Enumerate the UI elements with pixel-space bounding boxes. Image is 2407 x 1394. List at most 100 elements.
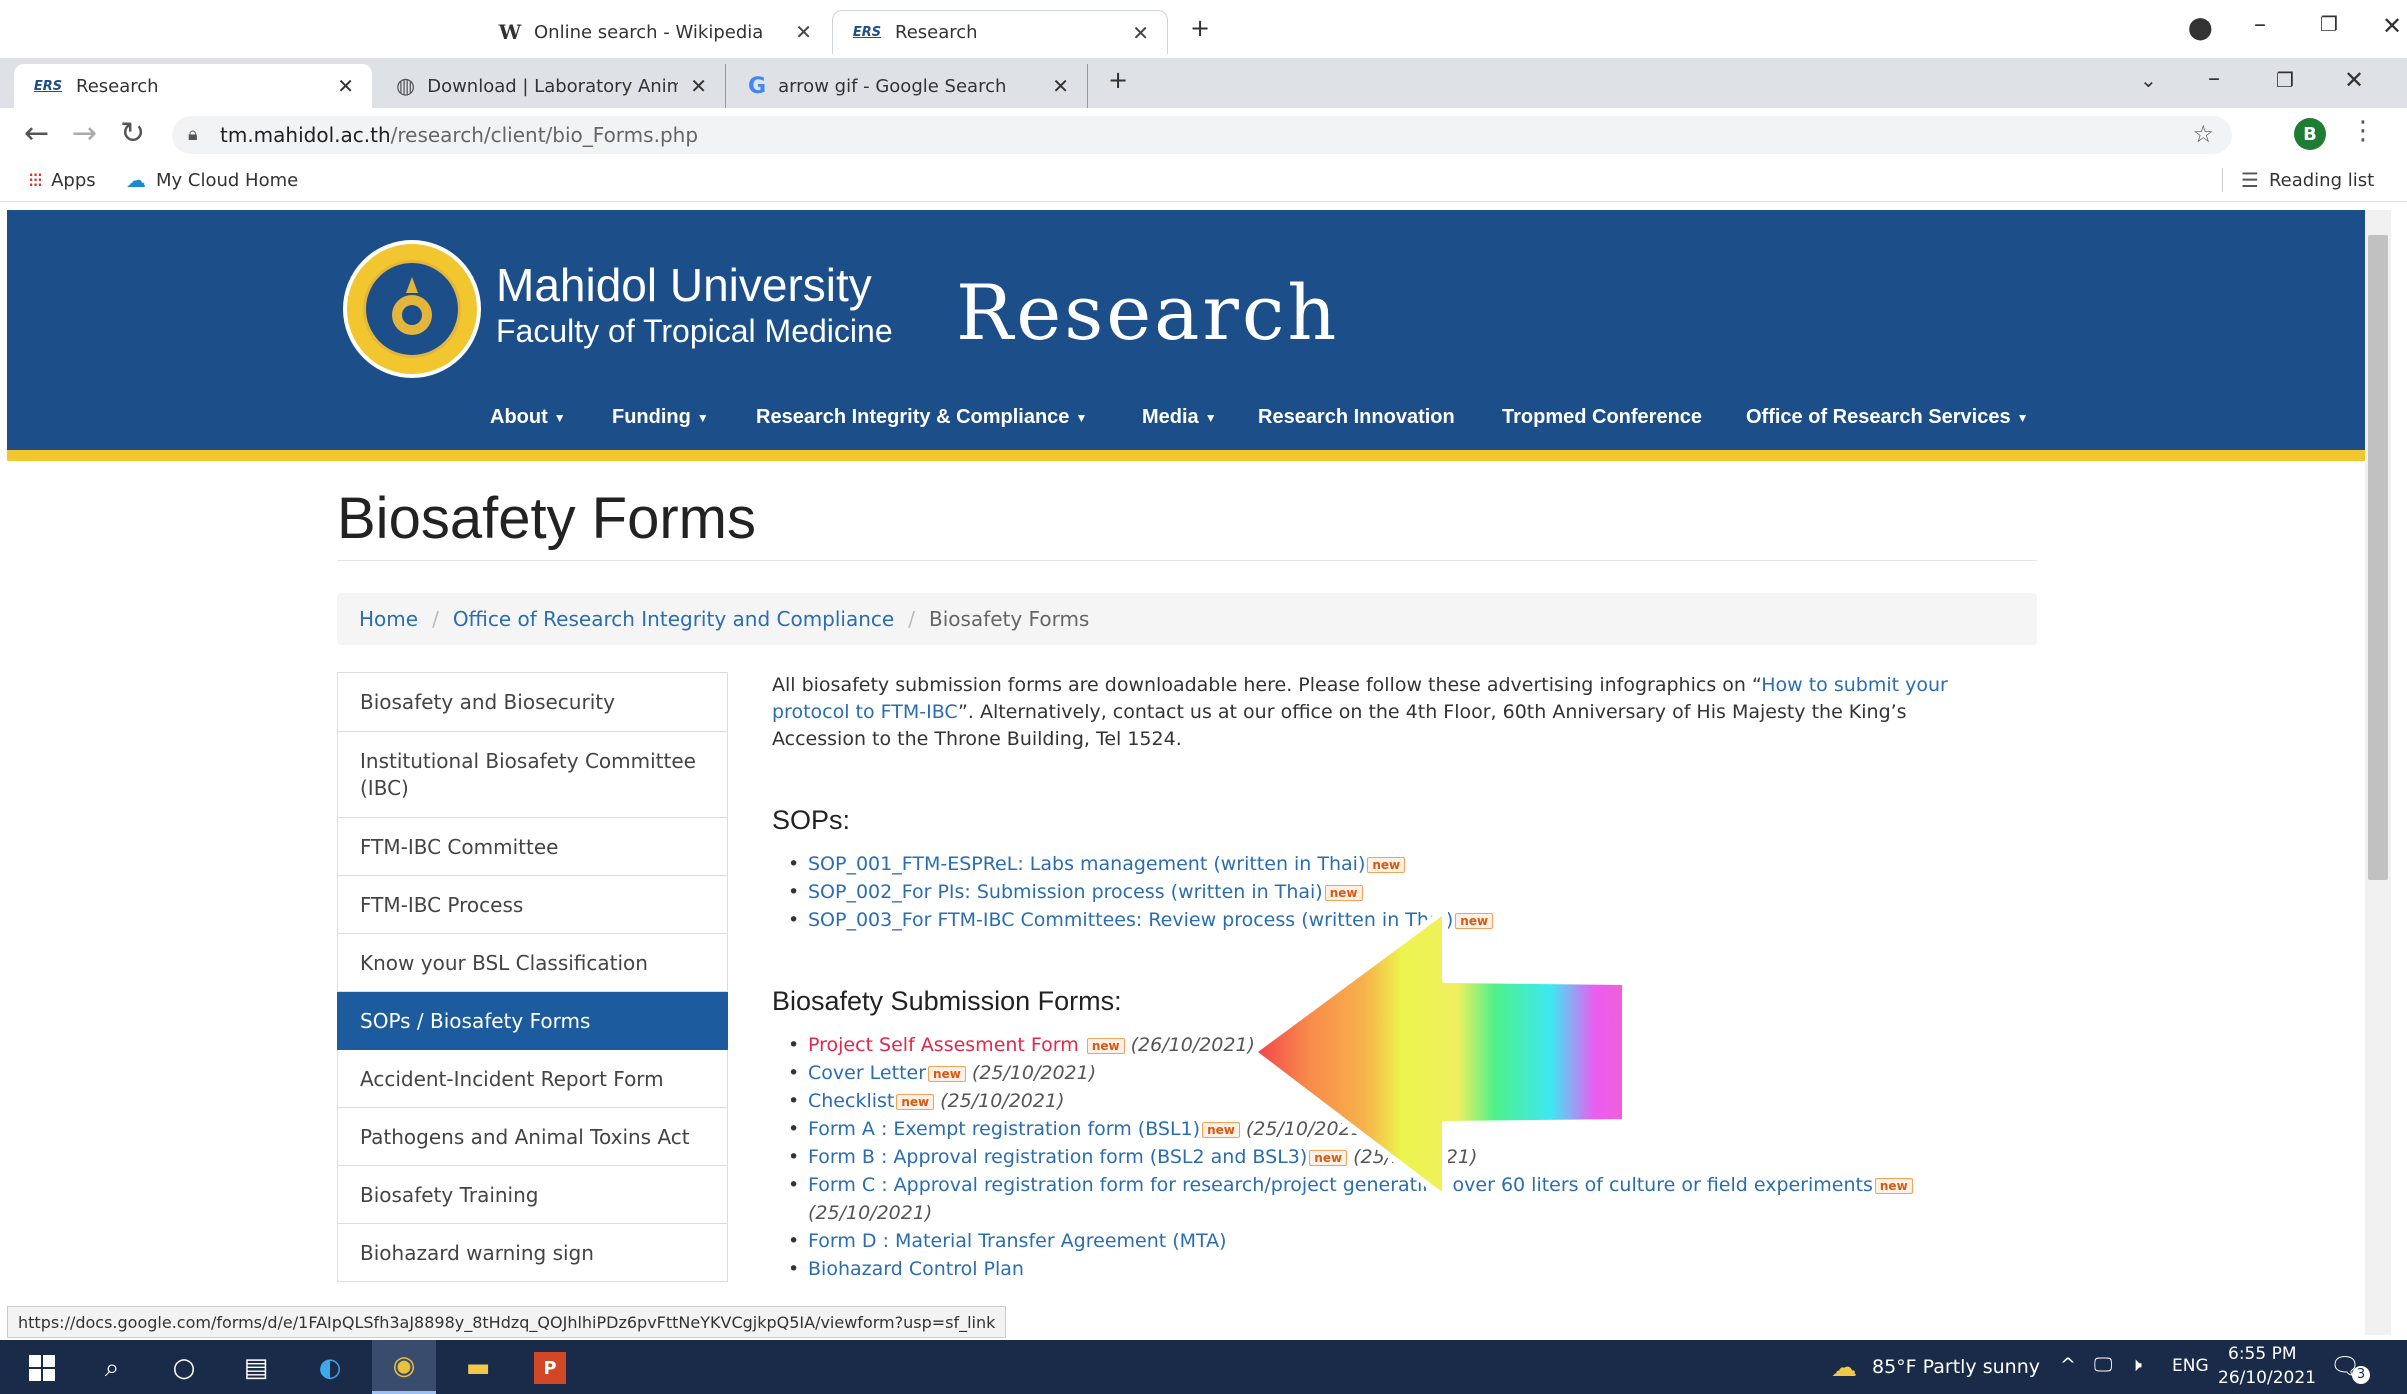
- tab-label: Research: [895, 22, 978, 43]
- wikipedia-icon: W: [498, 20, 522, 44]
- nav-label: Tropmed Conference: [1502, 406, 1703, 428]
- bookmark-apps[interactable]: ⁝⁝⁝ Apps: [28, 168, 96, 192]
- tab-download[interactable]: ◍ Download | Laboratory Animal Sc ✕: [378, 64, 726, 108]
- clock-date[interactable]: 26/10/2021: [2218, 1368, 2316, 1388]
- close-window-icon[interactable]: ✕: [2382, 12, 2402, 40]
- nav-media[interactable]: Media ▼: [1142, 406, 1217, 429]
- file-explorer-icon[interactable]: ▬: [460, 1350, 496, 1386]
- form-date: (25/10/2021): [971, 1062, 1097, 1084]
- form-link[interactable]: Biohazard Control Plan: [808, 1258, 1024, 1280]
- tab-research[interactable]: ERS Research ✕: [14, 64, 372, 108]
- forward-icon[interactable]: →: [72, 116, 97, 151]
- close-icon[interactable]: ✕: [690, 74, 707, 98]
- form-link[interactable]: Checklist: [808, 1090, 894, 1112]
- tab-label: Online search - Wikipedia: [534, 21, 764, 43]
- edge-icon[interactable]: ◐: [312, 1350, 348, 1386]
- close-icon[interactable]: ✕: [337, 74, 354, 98]
- bookmark-my-cloud-home[interactable]: ☁ My Cloud Home: [126, 168, 298, 192]
- sidebar-item-biosafety-training[interactable]: Biosafety Training: [337, 1166, 728, 1224]
- windows-start-icon[interactable]: [24, 1350, 60, 1386]
- address-bar[interactable]: 🔒︎ tm.mahidol.ac.th/research/client/bio_…: [172, 116, 2232, 154]
- nav-tropmed-conference[interactable]: Tropmed Conference: [1502, 406, 1702, 429]
- sidebar-item-ftm-ibc-committee[interactable]: FTM-IBC Committee: [337, 818, 728, 876]
- sidebar-item-bsl-classification[interactable]: Know your BSL Classification: [337, 934, 728, 992]
- tab-label: arrow gif - Google Search: [778, 75, 1007, 97]
- breadcrumb-home[interactable]: Home: [359, 607, 418, 631]
- new-tab-button[interactable]: +: [1108, 66, 1128, 94]
- nav-research-integrity[interactable]: Research Integrity & Compliance ▼: [756, 406, 1087, 429]
- page-title: Biosafety Forms: [337, 486, 756, 551]
- restore-icon[interactable]: ❐: [2320, 12, 2338, 36]
- bookmark-label: Apps: [51, 169, 96, 191]
- bookmark-label: My Cloud Home: [156, 169, 299, 191]
- sidebar-item-ftm-ibc-process[interactable]: FTM-IBC Process: [337, 876, 728, 934]
- restore-icon[interactable]: ❐: [2276, 68, 2294, 92]
- new-tab-button[interactable]: +: [1190, 14, 1210, 42]
- intro-paragraph: All biosafety submission forms are downl…: [772, 672, 1992, 753]
- sidebar-item-ibc[interactable]: Institutional Biosafety Committee (IBC): [337, 732, 728, 818]
- url-path: /research/client/bio_Forms.php: [390, 123, 699, 147]
- reading-list-button[interactable]: ☰ Reading list: [2222, 168, 2374, 192]
- close-icon[interactable]: ✕: [1132, 21, 1149, 45]
- close-window-icon[interactable]: ✕: [2344, 66, 2364, 94]
- chrome-icon[interactable]: ◉: [372, 1340, 436, 1394]
- profile-avatar[interactable]: B: [2294, 118, 2326, 150]
- search-icon[interactable]: ⌕: [94, 1350, 130, 1386]
- reload-icon[interactable]: ↻: [120, 116, 145, 151]
- tab-search-icon[interactable]: ⌄: [2140, 68, 2157, 92]
- sidebar-item-biosafety-biosecurity[interactable]: Biosafety and Biosecurity: [337, 672, 728, 732]
- form-link[interactable]: Form B : Approval registration form (BSL…: [808, 1146, 1307, 1168]
- bookmarks-bar: ⁝⁝⁝ Apps ☁ My Cloud Home ☰ Reading list: [0, 160, 2407, 202]
- volume-muted-icon[interactable]: 🕨︎: [2130, 1354, 2142, 1376]
- crest-icon: [392, 277, 432, 335]
- profile-menu-icon[interactable]: ⬤: [2188, 16, 2213, 41]
- nav-funding[interactable]: Funding ▼: [612, 406, 709, 429]
- sop-link[interactable]: SOP_001_FTM-ESPReL: Labs management (wri…: [808, 853, 1365, 875]
- site-title[interactable]: Research: [956, 268, 1339, 357]
- breadcrumb-separator: /: [908, 607, 915, 631]
- weather-text[interactable]: 85°F Partly sunny: [1872, 1356, 2040, 1378]
- back-icon[interactable]: ←: [24, 116, 49, 151]
- cortana-icon[interactable]: ○: [166, 1350, 202, 1386]
- accent-bar: [7, 450, 2365, 461]
- clock-time[interactable]: 6:55 PM: [2228, 1344, 2297, 1364]
- chevron-up-icon[interactable]: ^: [2060, 1354, 2076, 1376]
- nav-research-innovation[interactable]: Research Innovation: [1258, 406, 1455, 429]
- form-link[interactable]: Project Self Assesment Form: [808, 1034, 1079, 1056]
- form-link[interactable]: Form D : Material Transfer Agreement (MT…: [808, 1230, 1227, 1252]
- form-link[interactable]: Cover Letter: [808, 1062, 926, 1084]
- language-indicator[interactable]: ENG: [2172, 1356, 2209, 1376]
- list-item: Biohazard Control Plan: [788, 1255, 1992, 1283]
- nav-about[interactable]: About ▼: [490, 406, 566, 429]
- title-divider: [337, 560, 2037, 561]
- close-icon[interactable]: ✕: [1052, 74, 1069, 98]
- sidebar-item-pathogens-act[interactable]: Pathogens and Animal Toxins Act: [337, 1108, 728, 1166]
- windows-taskbar: ⌕ ○ ▤ ◐ ◉ ▬ P ☁ 85°F Partly sunny ^ 🖵︎ 🕨…: [0, 1340, 2407, 1394]
- powerpoint-icon[interactable]: P: [534, 1352, 566, 1384]
- seal-emblem: [363, 260, 461, 358]
- bg-tab-wikipedia[interactable]: W Online search - Wikipedia ✕: [480, 10, 830, 54]
- menu-kebab-icon[interactable]: ⋮: [2350, 116, 2376, 146]
- minimize-icon[interactable]: –: [2254, 10, 2266, 38]
- sidebar-item-biohazard-sign[interactable]: Biohazard warning sign: [337, 1224, 728, 1282]
- close-icon[interactable]: ✕: [795, 20, 812, 44]
- caret-down-icon: ▼: [1204, 410, 1217, 425]
- breadcrumb-separator: /: [432, 607, 439, 631]
- network-icon[interactable]: 🖵︎: [2094, 1354, 2112, 1376]
- minimize-icon[interactable]: –: [2208, 64, 2220, 92]
- sidebar-item-sops-forms[interactable]: SOPs / Biosafety Forms: [337, 992, 728, 1050]
- sidebar-item-accident-report[interactable]: Accident-Incident Report Form: [337, 1050, 728, 1108]
- tab-google[interactable]: G arrow gif - Google Search ✕: [730, 64, 1088, 108]
- breadcrumb-office[interactable]: Office of Research Integrity and Complia…: [453, 607, 894, 631]
- star-icon[interactable]: ☆: [2192, 120, 2214, 148]
- task-view-icon[interactable]: ▤: [238, 1350, 274, 1386]
- caret-down-icon: ▼: [553, 410, 566, 425]
- scrollbar-thumb[interactable]: [2368, 235, 2388, 880]
- bg-tab-research[interactable]: ERS Research ✕: [832, 10, 1168, 54]
- form-date: (25/10/2021): [808, 1202, 933, 1224]
- form-link[interactable]: Form A : Exempt registration form (BSL1): [808, 1118, 1200, 1140]
- nav-label: About: [490, 406, 548, 428]
- intro-text: All biosafety submission forms are downl…: [772, 674, 1762, 696]
- nav-office-of-research-services[interactable]: Office of Research Services ▼: [1746, 406, 2028, 429]
- globe-icon: ◍: [396, 73, 416, 99]
